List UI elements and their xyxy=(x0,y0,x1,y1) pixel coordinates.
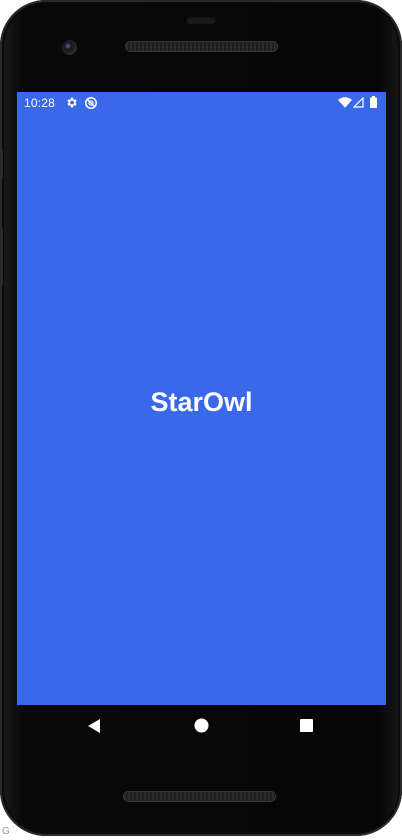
app-title: StarOwl xyxy=(150,386,253,417)
navigation-bar xyxy=(17,705,386,749)
home-button[interactable] xyxy=(194,718,209,738)
back-button[interactable] xyxy=(87,718,101,739)
recents-square-icon xyxy=(300,719,313,732)
cellular-signal-icon xyxy=(352,96,364,111)
screen: 10:28 StarOwl xyxy=(17,92,386,705)
recents-button[interactable] xyxy=(300,719,313,737)
splash-screen: StarOwl xyxy=(17,113,386,705)
volume-up-button xyxy=(0,150,3,178)
bottom-speaker-grille xyxy=(124,792,275,801)
volume-down-button xyxy=(0,228,3,286)
front-camera xyxy=(62,40,77,55)
settings-gear-icon xyxy=(65,96,78,112)
phone-frame: 10:28 StarOwl xyxy=(0,0,402,836)
home-circle-icon xyxy=(194,718,209,733)
top-notch xyxy=(186,16,216,24)
back-triangle-icon xyxy=(88,719,100,733)
battery-icon xyxy=(370,96,377,111)
no-data-saver-icon xyxy=(84,96,98,113)
status-time: 10:28 xyxy=(24,96,56,110)
top-speaker-grille xyxy=(126,42,277,51)
status-bar: 10:28 xyxy=(17,92,386,113)
corner-text: G xyxy=(2,826,10,837)
wifi-icon xyxy=(338,97,352,111)
